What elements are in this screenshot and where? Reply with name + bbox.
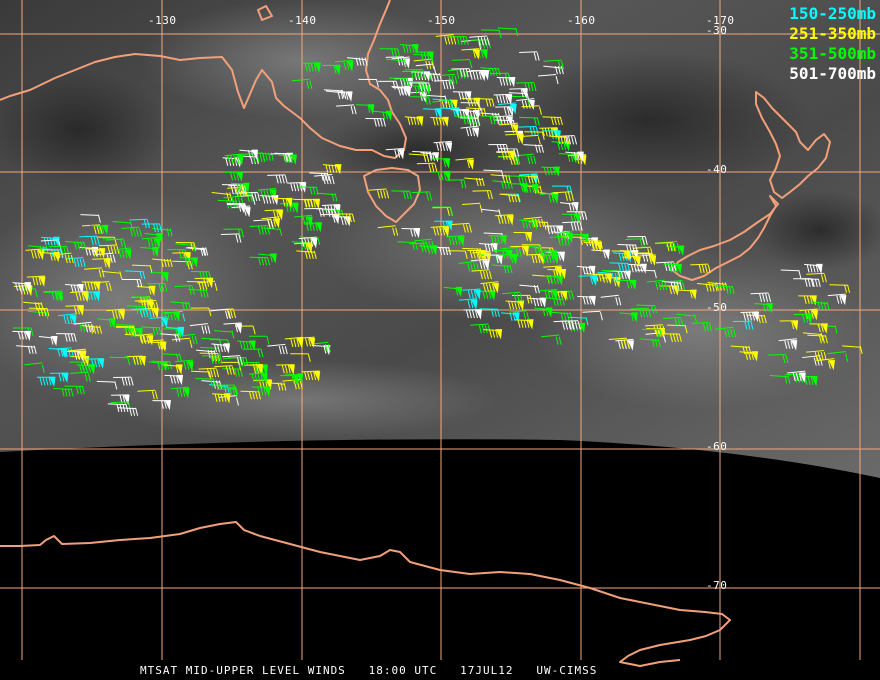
lat-label-70: -70: [706, 579, 728, 592]
map-canvas: [0, 0, 880, 667]
lat-label-30: -30: [706, 24, 728, 37]
lat-label-40: -40: [706, 163, 728, 176]
legend-item-501-700: 501-700mb: [789, 64, 876, 83]
pressure-legend: 150-250mb 251-350mb 351-500mb 501-700mb: [789, 4, 876, 84]
lat-label-60: -60: [706, 440, 728, 453]
lon-label-140: -140: [288, 14, 317, 27]
lon-label-130: -130: [148, 14, 177, 27]
lon-label-160: -160: [567, 14, 596, 27]
lon-label-150: -150: [427, 14, 456, 27]
lat-label-50: -50: [706, 301, 728, 314]
legend-item-351-500: 351-500mb: [789, 44, 876, 63]
satellite-wind-map: -130 -140 -150 -160 -170 -30 -40 -50 -60…: [0, 0, 880, 680]
legend-item-251-350: 251-350mb: [789, 24, 876, 43]
map-caption: MTSAT MID-UPPER LEVEL WINDS 18:00 UTC 17…: [140, 664, 598, 677]
antarctica-coast: [0, 521, 731, 667]
legend-item-150-250: 150-250mb: [789, 4, 876, 23]
